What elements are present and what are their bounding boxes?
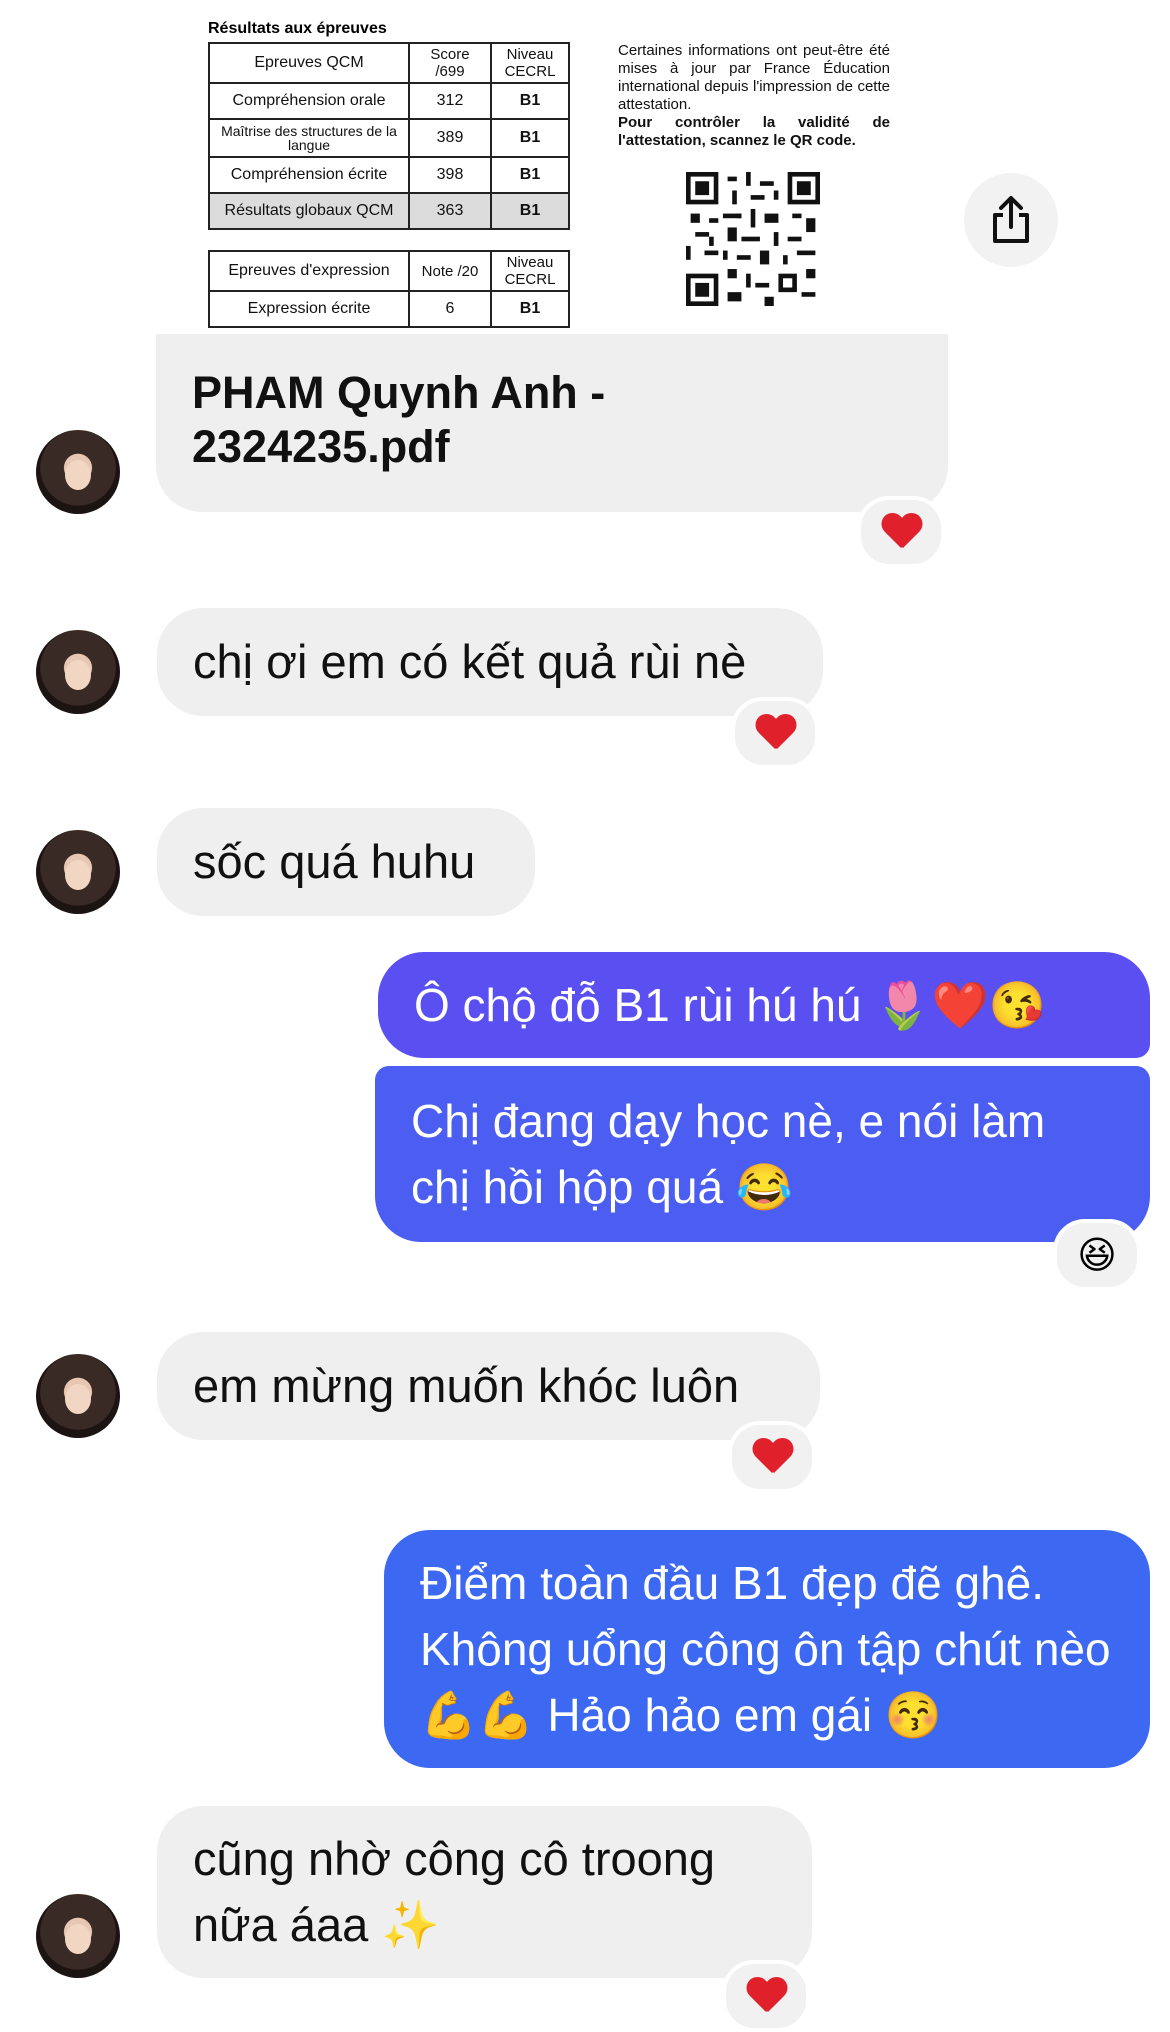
heart-reaction[interactable] xyxy=(728,1421,816,1493)
outgoing-message: Chị đang dạy học nè, e nói làm chị hồi h… xyxy=(375,1066,1150,1242)
heart-icon xyxy=(746,1978,786,2014)
expr-row-note: 6 xyxy=(408,290,492,328)
pdf-preview: Résultats aux épreuves Epreuves QCM Scor… xyxy=(156,0,948,334)
expr-row-level: B1 xyxy=(490,290,570,328)
heart-reaction[interactable] xyxy=(731,697,819,769)
qcm-header-epreuves: Epreuves QCM xyxy=(208,42,410,84)
message-text: Ô chộ đỗ B1 rùi hú hú 🌷❤️😘 xyxy=(414,979,1047,1031)
outgoing-message: Ô chộ đỗ B1 rùi hú hú 🌷❤️😘 xyxy=(378,952,1150,1058)
qcm-row-label: Compréhension écrite xyxy=(208,156,410,194)
outgoing-message: Điểm toàn đầu B1 đẹp đẽ ghê. Không uổng … xyxy=(384,1530,1150,1768)
qcm-row-score: 389 xyxy=(408,118,492,158)
heart-reaction[interactable] xyxy=(722,1960,810,2032)
qcm-row-level: B1 xyxy=(490,118,570,158)
pdf-attachment-card[interactable]: Résultats aux épreuves Epreuves QCM Scor… xyxy=(156,0,948,512)
expression-results-table: Epreuves d'expression Note /20 Niveau CE… xyxy=(208,250,570,328)
results-heading: Résultats aux épreuves xyxy=(208,20,387,37)
contact-avatar[interactable] xyxy=(36,1354,120,1438)
heart-icon xyxy=(755,715,795,751)
qcm-header-score: Score /699 xyxy=(408,42,492,84)
qcm-row-label: Compréhension orale xyxy=(208,82,410,120)
heart-icon xyxy=(881,514,921,550)
message-text: sốc quá huhu xyxy=(193,835,476,888)
qcm-row-score: 312 xyxy=(408,82,492,120)
heart-icon xyxy=(752,1439,792,1475)
qcm-results-table: Epreuves QCM Score /699 Niveau CECRL Com… xyxy=(208,42,570,230)
message-text: em mừng muốn khóc luôn xyxy=(193,1359,740,1412)
message-text: chị ơi em có kết quả rùi nè xyxy=(193,635,747,688)
qcm-row-score: 363 xyxy=(408,192,492,230)
qcm-row-level: B1 xyxy=(490,192,570,230)
qcm-row-score: 398 xyxy=(408,156,492,194)
contact-avatar[interactable] xyxy=(36,430,120,514)
message-text: Chị đang dạy học nè, e nói làm chị hồi h… xyxy=(411,1095,1046,1213)
grinning-squinting-face-icon: 😆 xyxy=(1077,1233,1117,1277)
expr-header-epreuves: Epreuves d'expression xyxy=(208,250,410,292)
heart-reaction[interactable] xyxy=(857,496,945,568)
incoming-message: em mừng muốn khóc luôn xyxy=(157,1332,820,1440)
laugh-reaction[interactable]: 😆 xyxy=(1053,1219,1141,1291)
notice-line1: Certaines informations ont peut-être été… xyxy=(618,42,890,113)
share-button[interactable] xyxy=(964,173,1058,267)
notice-text: Certaines informations ont peut-être été… xyxy=(618,42,890,150)
contact-avatar[interactable] xyxy=(36,1894,120,1978)
expr-header-note: Note /20 xyxy=(408,250,492,292)
qr-code xyxy=(686,172,820,306)
incoming-message: cũng nhờ công cô troong nữa áaa ✨ xyxy=(157,1806,812,1978)
message-text: cũng nhờ công cô troong nữa áaa ✨ xyxy=(193,1832,716,1951)
qcm-header-niveau: Niveau CECRL xyxy=(490,42,570,84)
qcm-row-level: B1 xyxy=(490,156,570,194)
pdf-filename: PHAM Quynh Anh - 2324235.pdf xyxy=(192,367,606,472)
contact-avatar[interactable] xyxy=(36,830,120,914)
expr-header-niveau: Niveau CECRL xyxy=(490,250,570,292)
notice-line2: Pour contrôler la validité de l'attestat… xyxy=(618,114,890,149)
expr-row-label: Expression écrite xyxy=(208,290,410,328)
share-icon xyxy=(993,196,1029,243)
qcm-row-label: Résultats globaux QCM xyxy=(208,192,410,230)
qcm-row-level: B1 xyxy=(490,82,570,120)
contact-avatar[interactable] xyxy=(36,630,120,714)
incoming-message: chị ơi em có kết quả rùi nè xyxy=(157,608,823,716)
message-text: Điểm toàn đầu B1 đẹp đẽ ghê. Không uổng … xyxy=(420,1557,1111,1741)
qcm-row-label: Maîtrise des structures de la langue xyxy=(208,118,410,158)
incoming-message: sốc quá huhu xyxy=(157,808,535,916)
